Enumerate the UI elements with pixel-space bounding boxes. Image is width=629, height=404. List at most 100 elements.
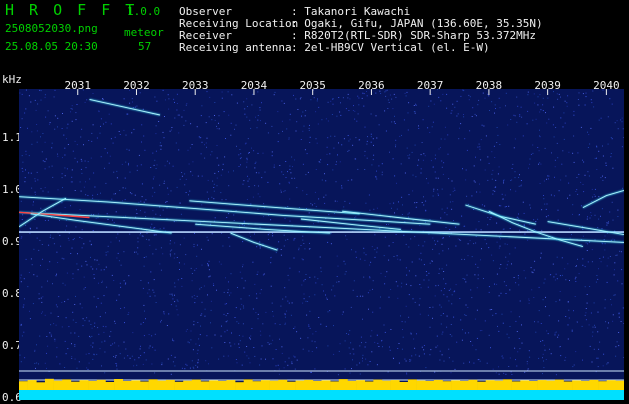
noise-pixel: [45, 363, 46, 364]
noise-pixel: [423, 205, 424, 206]
noise-pixel: [292, 363, 293, 364]
noise-pixel: [81, 191, 82, 192]
noise-pixel: [107, 251, 108, 252]
noise-pixel: [539, 310, 540, 311]
noise-pixel: [246, 117, 247, 118]
noise-pixel: [473, 209, 474, 210]
power-bar: [36, 382, 45, 390]
noise-pixel: [408, 317, 409, 318]
noise-pixel: [370, 361, 371, 362]
noise-pixel: [204, 144, 205, 145]
noise-pixel: [485, 320, 486, 321]
noise-pixel: [34, 351, 35, 352]
noise-pixel: [382, 174, 383, 175]
noise-pixel: [587, 216, 588, 217]
noise-pixel: [218, 171, 219, 172]
noise-pixel: [285, 296, 286, 297]
noise-pixel: [595, 158, 596, 159]
noise-pixel: [531, 154, 532, 155]
noise-pixel: [179, 203, 180, 204]
noise-pixel: [548, 178, 549, 179]
noise-pixel: [553, 124, 554, 125]
noise-pixel: [478, 221, 479, 222]
noise-pixel: [310, 372, 311, 373]
noise-pixel: [226, 321, 227, 322]
noise-pixel: [63, 283, 64, 284]
noise-pixel: [208, 198, 209, 199]
noise-pixel: [316, 347, 317, 348]
noise-pixel: [87, 264, 88, 265]
noise-pixel: [174, 221, 175, 222]
noise-pixel: [376, 138, 377, 139]
noise-pixel: [364, 169, 365, 170]
noise-pixel: [211, 119, 212, 120]
noise-pixel: [519, 114, 520, 115]
noise-pixel: [154, 227, 155, 228]
noise-pixel: [306, 194, 307, 195]
noise-pixel: [125, 199, 126, 200]
noise-pixel: [285, 324, 286, 325]
noise-pixel: [221, 264, 222, 265]
noise-pixel: [303, 243, 304, 244]
noise-pixel: [108, 219, 109, 220]
noise-pixel: [436, 178, 437, 179]
noise-pixel: [120, 283, 121, 284]
noise-pixel: [284, 287, 285, 288]
noise-pixel: [282, 131, 283, 132]
noise-pixel: [540, 183, 541, 184]
noise-pixel: [612, 138, 613, 139]
noise-pixel: [443, 278, 444, 279]
noise-pixel: [280, 324, 281, 325]
noise-pixel: [45, 117, 46, 118]
noise-pixel: [190, 123, 191, 124]
noise-pixel: [286, 311, 287, 312]
noise-pixel: [450, 334, 451, 335]
noise-pixel: [417, 165, 418, 166]
noise-pixel: [224, 292, 225, 293]
noise-pixel: [22, 162, 23, 163]
noise-pixel: [196, 268, 197, 269]
noise-pixel: [368, 309, 369, 310]
noise-pixel: [456, 342, 457, 343]
noise-pixel: [377, 208, 378, 209]
noise-pixel: [26, 259, 27, 260]
noise-pixel: [140, 234, 141, 235]
noise-pixel: [617, 255, 618, 256]
noise-pixel: [287, 301, 288, 302]
noise-pixel: [115, 323, 116, 324]
noise-pixel: [110, 331, 111, 332]
noise-pixel: [519, 116, 520, 117]
noise-pixel: [551, 195, 552, 196]
noise-pixel: [583, 162, 584, 163]
noise-pixel: [78, 269, 79, 270]
noise-pixel: [361, 337, 362, 338]
noise-pixel: [35, 194, 36, 195]
noise-pixel: [468, 332, 469, 333]
noise-pixel: [462, 329, 463, 330]
noise-pixel: [536, 119, 537, 120]
noise-pixel: [32, 264, 33, 265]
noise-pixel: [391, 121, 392, 122]
noise-pixel: [373, 138, 374, 139]
noise-pixel: [416, 333, 417, 334]
power-bar: [105, 382, 114, 390]
noise-pixel: [388, 372, 389, 373]
noise-pixel: [170, 243, 171, 244]
noise-pixel: [447, 208, 448, 209]
noise-pixel: [47, 346, 48, 347]
noise-pixel: [367, 141, 368, 142]
noise-pixel: [317, 278, 318, 279]
noise-pixel: [107, 213, 108, 214]
noise-pixel: [494, 113, 495, 114]
noise-pixel: [394, 256, 395, 257]
noise-pixel: [510, 326, 511, 327]
noise-pixel: [555, 280, 556, 281]
power-bar: [468, 380, 477, 390]
noise-pixel: [235, 317, 236, 318]
noise-pixel: [163, 210, 164, 211]
noise-pixel: [227, 292, 228, 293]
noise-pixel: [618, 345, 619, 346]
noise-pixel: [376, 177, 377, 178]
noise-pixel: [144, 311, 145, 312]
noise-pixel: [389, 347, 390, 348]
